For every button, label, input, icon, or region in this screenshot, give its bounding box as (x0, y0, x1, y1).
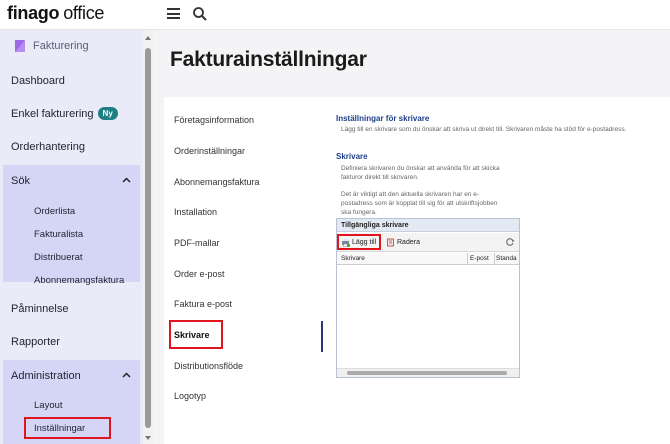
grid-toolbar: Lägg till Radera (337, 233, 519, 252)
chevron-up-icon[interactable] (122, 177, 131, 183)
active-subnav-indicator (321, 321, 323, 352)
new-badge: Ny (97, 107, 118, 120)
top-bar: finago office (0, 0, 670, 30)
search-icon[interactable] (192, 6, 208, 22)
sidebar-scrollbar[interactable] (143, 30, 153, 444)
logo-product: office (63, 3, 105, 23)
finago-logo[interactable]: finago office (7, 3, 104, 24)
subnav-installation[interactable]: Installation (174, 207, 217, 217)
scroll-down-arrow-icon[interactable] (145, 436, 151, 440)
column-skrivare[interactable]: Skrivare (341, 255, 365, 262)
sidebar-scroll-thumb[interactable] (145, 48, 151, 428)
sidebar-subitem-orderlista[interactable]: Orderlista (34, 206, 75, 217)
main-area: Fakturainställningar Företagsinformation… (153, 30, 670, 444)
sidebar-section-sok: Sök Orderlista Fakturalista Distribuerat… (3, 165, 140, 286)
sidebar-subitem-distribuerat[interactable]: Distribuerat (34, 252, 83, 263)
delete-icon (387, 238, 394, 246)
refresh-icon[interactable] (505, 237, 515, 247)
printer-section-title: Skrivare (336, 152, 368, 161)
highlight-installningar (24, 417, 111, 439)
subnav-orderinstallningar[interactable]: Orderinställningar (174, 146, 245, 156)
sidebar-subitem-fakturalista[interactable]: Fakturalista (34, 229, 83, 240)
printers-grid: Tillgängliga skrivare Lägg till Radera S… (336, 218, 520, 378)
printer-desc-line-4: postadress som är kopplat till sig för a… (341, 200, 498, 207)
printer-settings-content: Inställningar för skrivare Lägg till en … (336, 97, 670, 444)
sok-header[interactable]: Sök (11, 175, 30, 187)
fakturering-app-icon (15, 40, 25, 52)
sidebar-item-pamminnelse[interactable]: Påminnelse (11, 303, 68, 315)
column-standard[interactable]: Standa (496, 255, 517, 262)
sidebar-item-orderhantering[interactable]: Orderhantering (11, 141, 85, 153)
logo-brand: finago (7, 3, 60, 23)
printer-desc-line-3: Det är viktigt att den aktuella skrivare… (341, 191, 480, 198)
sidebar-subitem-abonnemangsfaktura[interactable]: Abonnemangsfaktura (34, 275, 124, 286)
grid-title: Tillgängliga skrivare (337, 219, 519, 232)
sidebar-item-rapporter[interactable]: Rapporter (11, 336, 60, 348)
column-e-post[interactable]: E-post (470, 255, 489, 262)
hamburger-icon[interactable] (167, 8, 180, 19)
subnav-logotyp[interactable]: Logotyp (174, 391, 206, 401)
scroll-up-arrow-icon[interactable] (145, 36, 151, 40)
subnav-distributionsflode[interactable]: Distributionsflöde (174, 361, 243, 371)
sidebar: Fakturering Dashboard Enkel fakturering N… (0, 30, 144, 444)
subnav-order-e-post[interactable]: Order e-post (174, 269, 225, 279)
administration-header[interactable]: Administration (11, 370, 81, 382)
grid-horizontal-scrollbar[interactable] (337, 368, 519, 377)
printer-settings-heading: Inställningar för skrivare (336, 114, 430, 123)
app-switcher[interactable]: Fakturering (13, 37, 89, 55)
sidebar-item-dashboard[interactable]: Dashboard (11, 75, 65, 87)
chevron-up-icon[interactable] (122, 372, 131, 378)
app-name: Fakturering (33, 40, 89, 52)
sidebar-item-enkel-fakturering[interactable]: Enkel fakturering Ny (11, 107, 118, 120)
printer-desc-line-1: Definiera skrivaren du önskar att använd… (341, 165, 500, 172)
delete-printer-button[interactable]: Radera (386, 236, 420, 248)
printer-settings-intro: Lägg till en skrivare som du önskar att … (341, 126, 627, 133)
highlight-add-button (337, 234, 381, 250)
subnav-faktura-e-post[interactable]: Faktura e-post (174, 299, 232, 309)
subnav-abonnemangsfaktura[interactable]: Abonnemangsfaktura (174, 177, 260, 187)
subnav-pdf-mallar[interactable]: PDF-mallar (174, 238, 220, 248)
page-title: Fakturainställningar (170, 48, 367, 71)
subnav-foretagsinformation[interactable]: Företagsinformation (174, 115, 254, 125)
sidebar-subitem-layout[interactable]: Layout (34, 400, 63, 411)
delete-printer-label: Radera (397, 238, 420, 246)
printer-desc-line-5: ska fungera. (341, 209, 377, 216)
enkel-fakturering-label: Enkel fakturering (11, 108, 94, 120)
settings-panel: Företagsinformation Orderinställningar A… (164, 97, 670, 444)
grid-header-row: Skrivare E-post Standa (337, 253, 519, 265)
printer-desc-line-2: fakturor direkt till skrivaren. (341, 174, 419, 181)
grid-scroll-thumb[interactable] (347, 371, 507, 375)
highlight-skrivare (169, 320, 223, 349)
